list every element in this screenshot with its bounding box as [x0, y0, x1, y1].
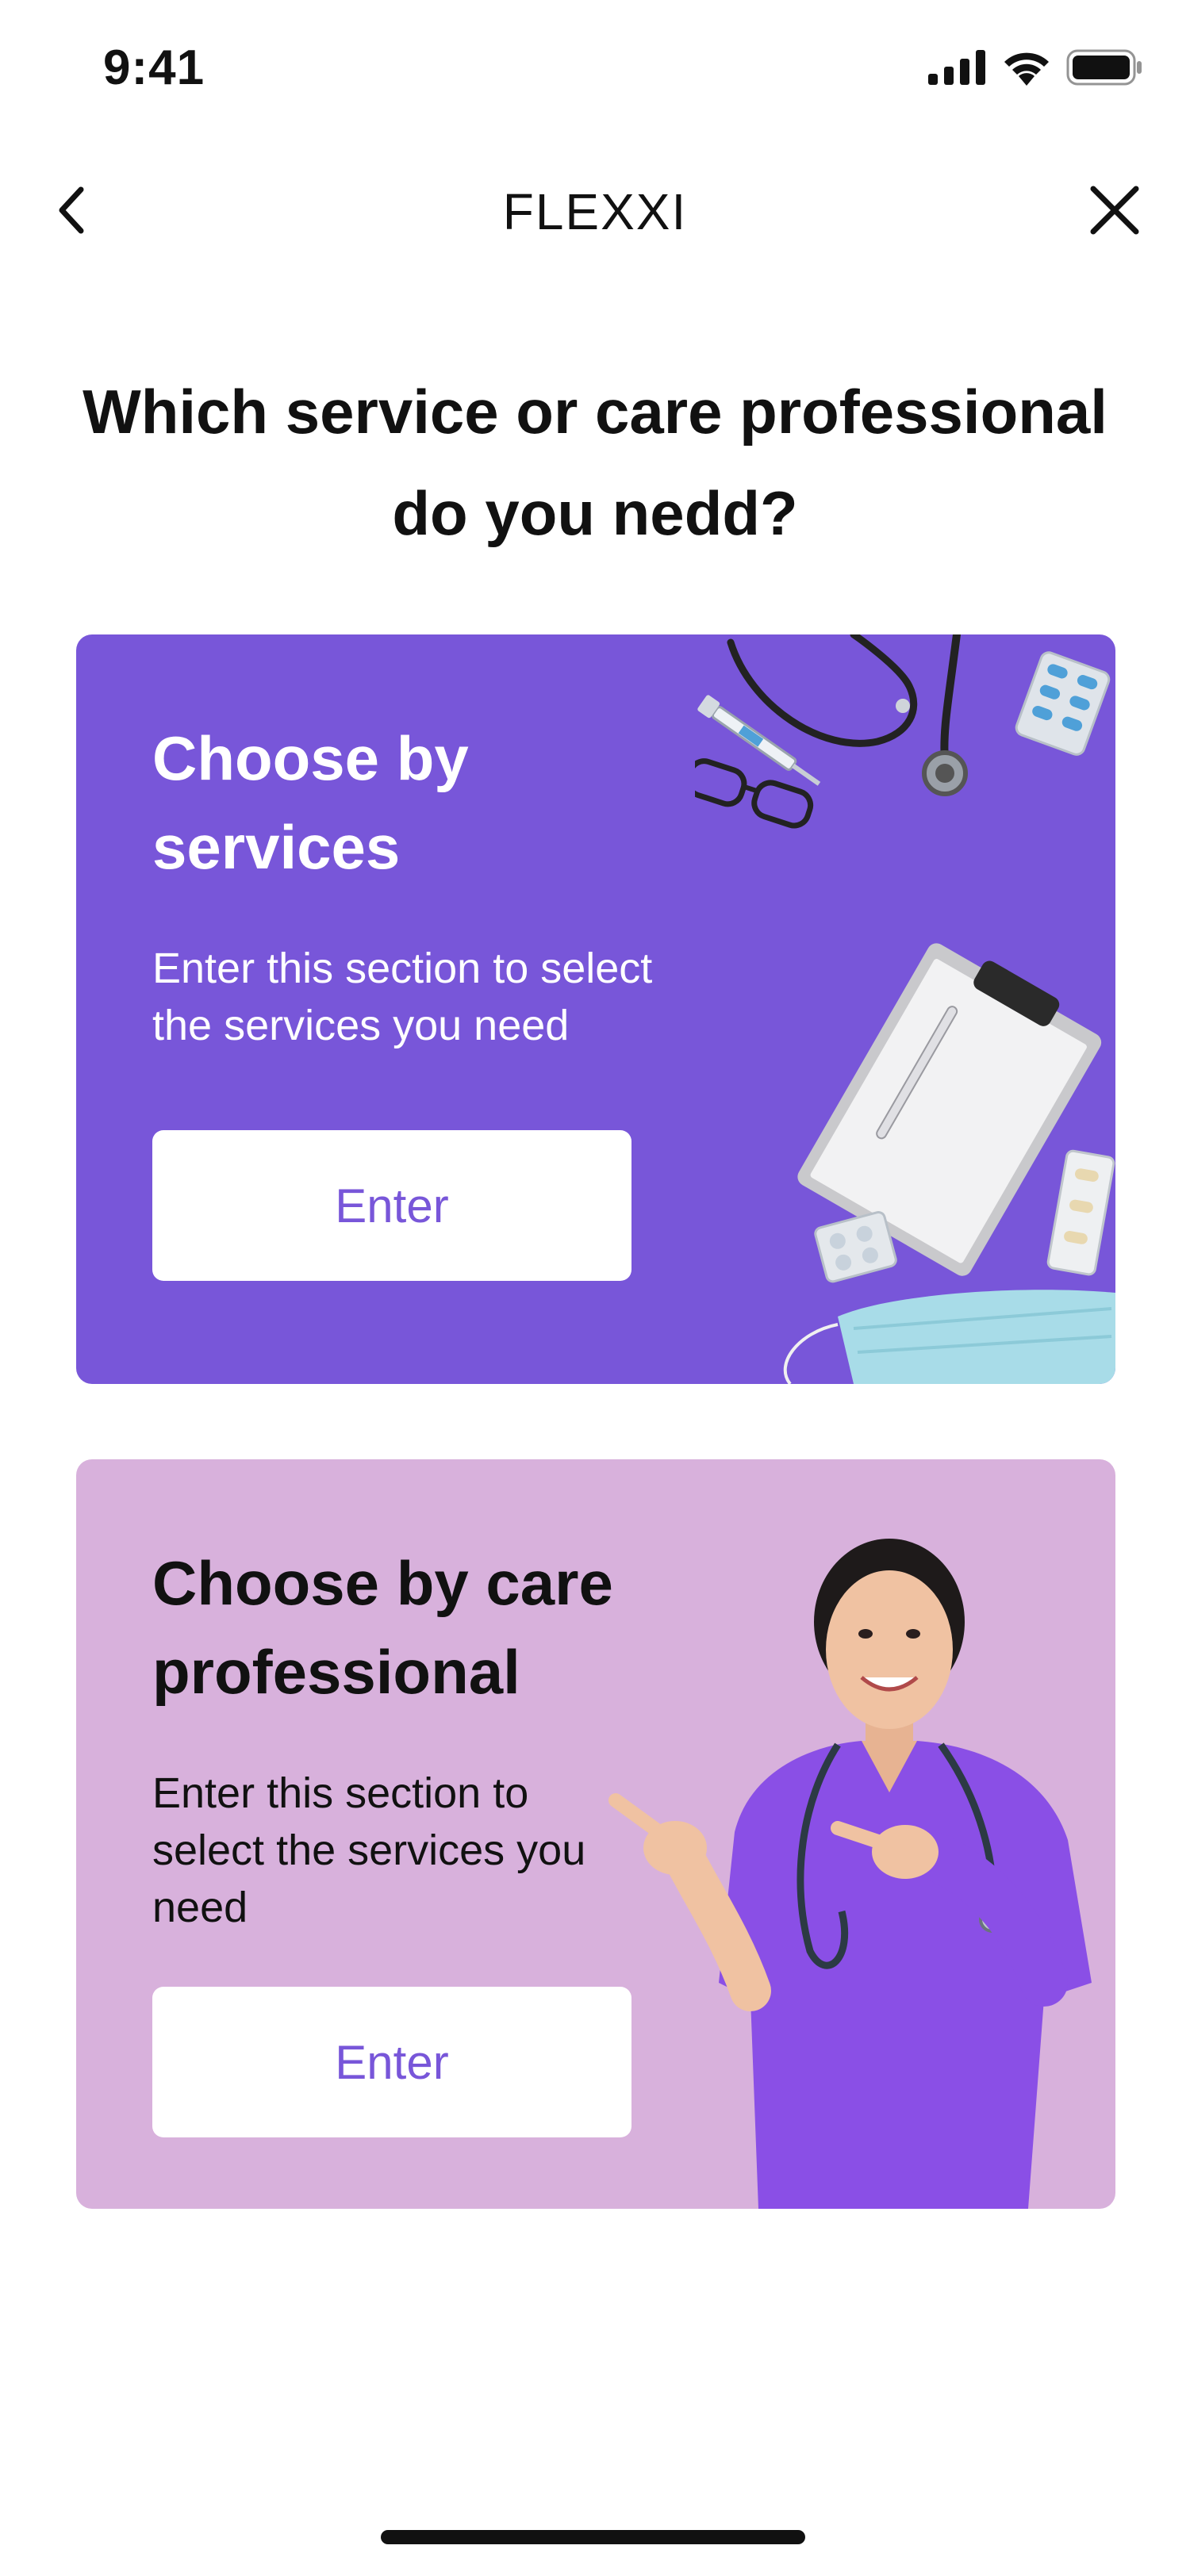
page-title: Which service or care professional do yo…	[83, 377, 1107, 548]
card-description: Enter this section to select the service…	[152, 1769, 586, 1931]
close-button[interactable]	[1079, 174, 1150, 246]
care-professional-card[interactable]: Choose by care professional Enter this s…	[76, 1459, 1115, 2209]
card-title: Choose by services	[152, 723, 469, 882]
signal-icon	[928, 50, 985, 85]
services-card[interactable]: Choose by services Enter this section to…	[76, 634, 1115, 1384]
status-bar: 9:41	[0, 0, 1190, 143]
battery-icon	[1066, 49, 1142, 86]
nav-title: FLEXXI	[502, 183, 688, 240]
home-indicator	[381, 2530, 805, 2544]
wifi-icon	[1004, 52, 1049, 86]
enter-care-professional-button[interactable]: Enter	[152, 1987, 631, 2137]
card-description: Enter this section to select the service…	[152, 945, 653, 1049]
status-icons	[928, 49, 1142, 86]
medical-items-illustration	[695, 634, 1115, 1384]
status-time: 9:41	[103, 40, 205, 95]
nurse-illustration	[608, 1539, 1092, 2209]
nav-bar: FLEXXI	[0, 159, 1190, 262]
enter-services-button[interactable]: Enter	[152, 1130, 631, 1281]
close-icon	[1090, 186, 1139, 235]
